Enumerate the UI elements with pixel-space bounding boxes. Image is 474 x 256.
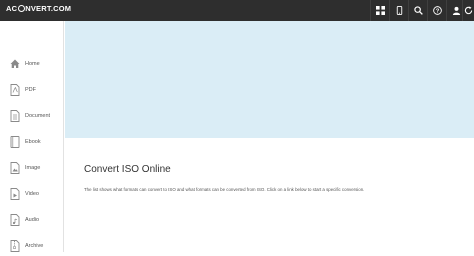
sidebar-item-document[interactable]: Document bbox=[0, 106, 64, 126]
logo-text-left: AC bbox=[6, 4, 18, 13]
sidebar-item-pdf[interactable]: PDF bbox=[0, 80, 64, 100]
top-bar: AC NVERT.COM ? bbox=[0, 0, 474, 21]
help-button[interactable]: ? bbox=[427, 0, 446, 21]
sidebar-item-label: Home bbox=[25, 61, 40, 67]
mobile-icon bbox=[395, 2, 404, 20]
sidebar-item-home[interactable]: Home bbox=[0, 54, 64, 74]
sidebar-item-ebook[interactable]: Ebook bbox=[0, 132, 64, 152]
mobile-button[interactable] bbox=[389, 0, 408, 21]
main-content: Convert ISO Online The list shows what f… bbox=[65, 138, 474, 252]
audio-icon bbox=[10, 214, 20, 226]
refresh-icon bbox=[464, 2, 473, 20]
pdf-icon bbox=[10, 84, 20, 96]
page-title: Convert ISO Online bbox=[84, 164, 171, 175]
ebook-icon bbox=[10, 136, 20, 148]
sidebar-item-archive[interactable]: Archive bbox=[0, 236, 64, 256]
sidebar-item-label: Audio bbox=[25, 217, 40, 223]
grid-icon bbox=[375, 2, 385, 20]
grid-button[interactable] bbox=[370, 0, 389, 21]
logo-ring-icon bbox=[17, 5, 25, 12]
sidebar-item-label: Document bbox=[25, 113, 51, 119]
sidebar-item-label: Image bbox=[25, 165, 41, 171]
document-icon bbox=[10, 110, 20, 122]
help-icon: ? bbox=[432, 2, 442, 20]
sidebar-item-image[interactable]: Image bbox=[0, 158, 64, 178]
search-button[interactable] bbox=[408, 0, 427, 21]
user-icon bbox=[452, 2, 461, 20]
refresh-button[interactable] bbox=[462, 0, 474, 21]
logo-text-right: NVERT.COM bbox=[25, 4, 72, 13]
sidebar-item-label: Archive bbox=[25, 243, 44, 249]
home-icon bbox=[10, 58, 20, 70]
archive-icon bbox=[10, 240, 20, 252]
page-description: The list shows what formats can convert … bbox=[84, 187, 365, 192]
search-icon bbox=[413, 2, 423, 20]
sidebar-item-video[interactable]: Video bbox=[0, 184, 64, 204]
image-icon bbox=[10, 162, 20, 174]
hero-banner bbox=[65, 21, 474, 138]
sidebar-item-audio[interactable]: Audio bbox=[0, 210, 64, 230]
sidebar-item-label: Ebook bbox=[25, 139, 41, 145]
video-icon bbox=[10, 188, 20, 200]
sidebar-item-label: PDF bbox=[25, 87, 36, 93]
svg-text:?: ? bbox=[435, 8, 439, 14]
sidebar-item-label: Video bbox=[25, 191, 39, 197]
sidebar: Home PDF Document Ebook Image Video Audi… bbox=[0, 21, 64, 252]
site-logo[interactable]: AC NVERT.COM bbox=[6, 4, 71, 13]
